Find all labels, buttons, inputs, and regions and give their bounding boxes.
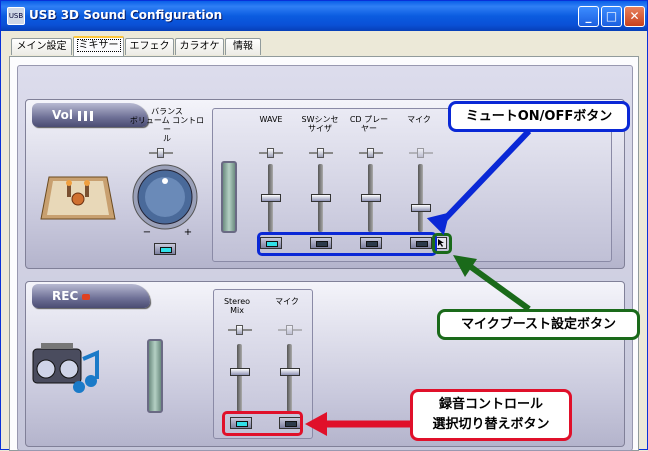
annotation-arrows [305,128,532,436]
app-window: USB USB 3D Sound Configuration _ □ ✕ メイン… [0,0,648,451]
boost-callout: マイクブースト設定ボタン [437,309,640,340]
red-arrow-head [305,412,327,436]
blue-arrow-line [440,128,532,224]
green-arrow-line [469,264,531,312]
rec-select-callout: 録音コントロール 選択切り替えボタン [410,389,572,441]
mute-callout: ミュートON/OFFボタン [448,101,630,132]
